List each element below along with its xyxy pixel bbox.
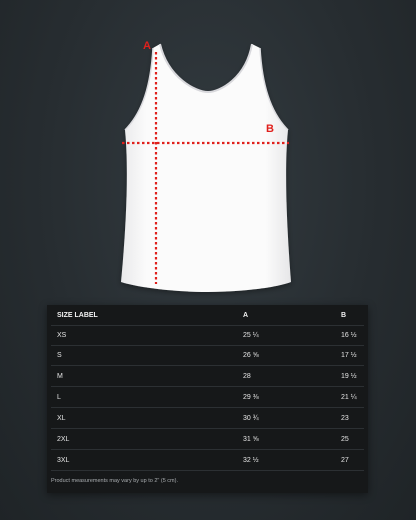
header-b: B (341, 312, 347, 319)
size-chart-table: SIZE LABEL A B XS 25 ¼ 16 ½ S 26 ⅝ 17 ½ … (47, 305, 368, 493)
measure-a-cell: 28 (243, 373, 251, 380)
size-label-cell: XS (57, 332, 67, 339)
table-row: S 26 ⅝ 17 ½ (51, 345, 364, 366)
table-header: SIZE LABEL A B (51, 305, 364, 326)
measure-b-cell: 17 ½ (341, 352, 357, 359)
table-row: XS 25 ¼ 16 ½ (51, 325, 364, 346)
tank-top-illustration (121, 43, 291, 292)
table-row: XL 30 ¾ 23 (51, 408, 364, 429)
size-label-cell: S (57, 352, 62, 359)
measure-a-cell: 30 ¾ (243, 415, 259, 422)
measure-a-cell: 32 ½ (243, 457, 259, 464)
measure-a-cell: 31 ⅝ (243, 436, 259, 443)
size-label-cell: XL (57, 415, 66, 422)
header-size-label: SIZE LABEL (57, 312, 98, 319)
table-row: M 28 19 ½ (51, 366, 364, 387)
size-label-cell: M (57, 373, 63, 380)
header-a: A (243, 312, 249, 319)
measure-b-cell: 23 (341, 415, 349, 422)
measure-b-cell: 19 ½ (341, 373, 357, 380)
measure-b-cell: 27 (341, 457, 349, 464)
size-label-cell: 2XL (57, 436, 70, 443)
measure-b-cell: 21 ¼ (341, 394, 357, 401)
tank-top-body (121, 44, 291, 292)
measurement-note: Product measurements may vary by up to 2… (51, 478, 178, 484)
marker-b: B (266, 123, 274, 135)
size-label-cell: 3XL (57, 457, 70, 464)
table-row: L 29 ⅜ 21 ¼ (51, 387, 364, 408)
measure-b-cell: 16 ½ (341, 332, 357, 339)
garment-diagram: A B (0, 0, 416, 300)
marker-a: A (143, 40, 151, 52)
table-row: 2XL 31 ⅝ 25 (51, 429, 364, 450)
measure-a-cell: 26 ⅝ (243, 352, 259, 359)
table-row: 3XL 32 ½ 27 (51, 450, 364, 471)
measure-a-cell: 29 ⅜ (243, 394, 259, 401)
size-label-cell: L (57, 394, 61, 401)
measure-b-cell: 25 (341, 436, 349, 443)
measure-a-cell: 25 ¼ (243, 332, 259, 339)
